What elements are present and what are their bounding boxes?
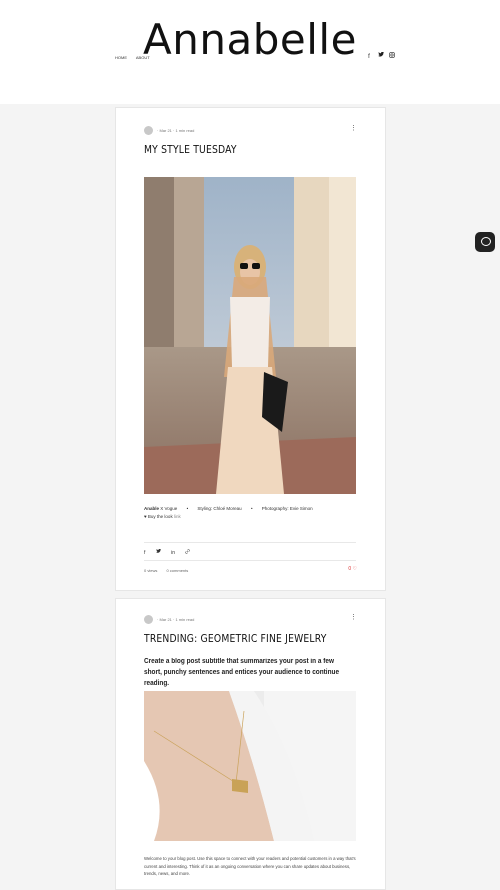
heart-icon: ♡ xyxy=(352,566,357,572)
twitter-icon[interactable] xyxy=(378,51,384,60)
post-meta-text: · Mar 21 · 1 min read xyxy=(157,617,195,622)
nav-item-about[interactable]: About xyxy=(136,55,150,60)
post-meta: · Mar 21 · 1 min read xyxy=(144,615,194,624)
buy-the-look: ♥ Buy the look link xyxy=(144,514,181,519)
comments-count[interactable]: 0 comments xyxy=(166,568,188,573)
credit-photography: Photography: Evie Simon xyxy=(261,506,313,511)
main-nav: Home About xyxy=(115,55,158,60)
post-meta-text: · Mar 21 · 1 min read xyxy=(157,128,195,133)
credit-styling: Styling: Chloé Moreau xyxy=(197,506,242,511)
share-link-icon[interactable] xyxy=(185,549,191,556)
share-linkedin-icon[interactable]: in xyxy=(171,550,175,556)
post-excerpt: Welcome to your blog post. Use this spac… xyxy=(144,856,356,876)
post-hero-image[interactable] xyxy=(144,691,356,841)
share-twitter-icon[interactable] xyxy=(156,548,162,556)
blog-post-card[interactable]: · Mar 21 · 1 min read ⋮ TRENDING: GEOMET… xyxy=(115,598,386,890)
post-credits: Anable X Vogue • Styling: Chloé Moreau •… xyxy=(144,506,313,511)
share-bar: f in xyxy=(144,548,199,556)
post-hero-image[interactable] xyxy=(144,177,356,494)
likes-count: 0 xyxy=(348,566,352,572)
views-count: 0 views xyxy=(144,568,158,573)
social-bar: f xyxy=(362,51,396,60)
site-logo[interactable]: Annabelle xyxy=(0,14,500,66)
author-avatar[interactable] xyxy=(144,126,153,135)
divider xyxy=(144,560,356,561)
credit-brand-rest: X Vogue xyxy=(159,506,178,511)
nav-item-home[interactable]: Home xyxy=(115,55,127,60)
instagram-icon[interactable] xyxy=(389,52,396,60)
buy-look-text: ♥ Buy the look xyxy=(144,514,174,519)
buy-look-link[interactable]: link xyxy=(174,514,181,519)
post-meta: · Mar 21 · 1 min read xyxy=(144,126,194,135)
like-button[interactable]: 0 ♡ xyxy=(348,566,357,572)
author-avatar[interactable] xyxy=(144,615,153,624)
facebook-icon[interactable]: f xyxy=(366,54,372,60)
credit-brand: Anable xyxy=(144,506,160,511)
more-options-icon[interactable]: ⋮ xyxy=(350,613,357,621)
blog-filter-bar: All Posts xyxy=(0,80,500,174)
site-header: Annabelle Home About f xyxy=(0,0,500,80)
post-title[interactable]: TRENDING: GEOMETRIC FINE JEWELRY xyxy=(144,633,327,645)
divider xyxy=(144,542,356,543)
blog-post-card[interactable]: · Mar 21 · 1 min read ⋮ MY STYLE TUESDAY… xyxy=(115,107,386,591)
post-title[interactable]: MY STYLE TUESDAY xyxy=(144,144,237,156)
chat-button[interactable] xyxy=(475,232,495,252)
post-stats: 0 views 0 comments xyxy=(144,568,196,573)
post-subtitle: Create a blog post subtitle that summari… xyxy=(144,658,340,687)
more-options-icon[interactable]: ⋮ xyxy=(350,124,357,132)
share-facebook-icon[interactable]: f xyxy=(144,550,145,556)
